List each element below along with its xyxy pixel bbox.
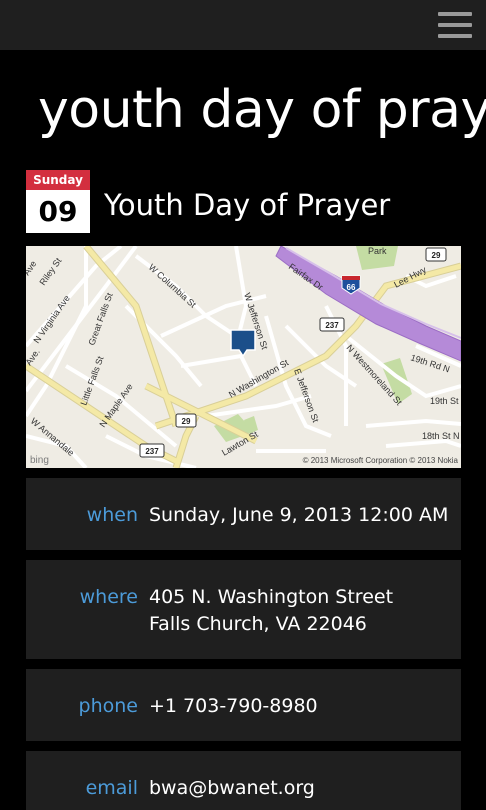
where-card[interactable]: where 405 N. Washington Street Falls Chu… <box>26 560 461 659</box>
map-label: Ave <box>26 259 38 277</box>
event-title: Youth Day of Prayer <box>104 188 391 222</box>
svg-text:66: 66 <box>347 283 356 292</box>
when-label: when <box>86 504 138 526</box>
phone-value: +1 703-790-8980 <box>149 695 318 717</box>
when-value: Sunday, June 9, 2013 12:00 AM <box>149 504 449 526</box>
hamburger-menu-icon[interactable] <box>438 12 472 38</box>
route-shield-29: 29 <box>425 247 447 262</box>
map-label: Ave. <box>26 347 42 367</box>
map-label: 19th Rd N <box>409 352 451 374</box>
svg-text:237: 237 <box>325 321 339 330</box>
map-label: W Columbia St <box>147 262 199 310</box>
email-value: bwa@bwanet.org <box>149 777 315 799</box>
where-label: where <box>79 586 138 608</box>
app-bar <box>0 0 486 50</box>
where-address-line2: Falls Church, VA 22046 <box>149 613 367 635</box>
where-address-line1: 405 N. Washington Street <box>149 586 394 608</box>
route-shield-237: 237 <box>139 443 165 458</box>
map-copyright: © 2013 Microsoft Corporation © 2013 Noki… <box>303 456 459 465</box>
page-title: youth day of pray <box>38 80 486 140</box>
event-map[interactable]: Riley St N Virginia Ave Great Falls St W… <box>26 246 461 468</box>
map-label: Little Falls St <box>78 354 105 406</box>
svg-text:29: 29 <box>432 251 441 260</box>
location-pin-icon <box>230 329 256 358</box>
route-shield-237: 237 <box>319 317 345 332</box>
map-label: 18th St N <box>422 431 460 441</box>
bing-logo: bing <box>30 455 49 466</box>
when-card[interactable]: when Sunday, June 9, 2013 12:00 AM <box>26 478 461 550</box>
calendar-date-icon: Sunday 09 <box>26 170 90 233</box>
calendar-day-name: Sunday <box>26 170 90 190</box>
svg-text:29: 29 <box>182 417 191 426</box>
map-label: Great Falls St <box>86 291 114 347</box>
route-shield-29: 29 <box>175 413 197 428</box>
phone-label: phone <box>78 695 138 717</box>
email-card[interactable]: email bwa@bwanet.org <box>26 751 461 810</box>
svg-text:237: 237 <box>145 447 159 456</box>
map-label: Park <box>368 246 387 256</box>
map-label: Riley St <box>37 256 63 288</box>
phone-card[interactable]: phone +1 703-790-8980 <box>26 669 461 741</box>
calendar-day-number: 09 <box>38 195 78 228</box>
map-label: E Jefferson St <box>292 367 321 424</box>
map-label: 19th St <box>430 396 459 406</box>
email-label: email <box>85 777 138 799</box>
